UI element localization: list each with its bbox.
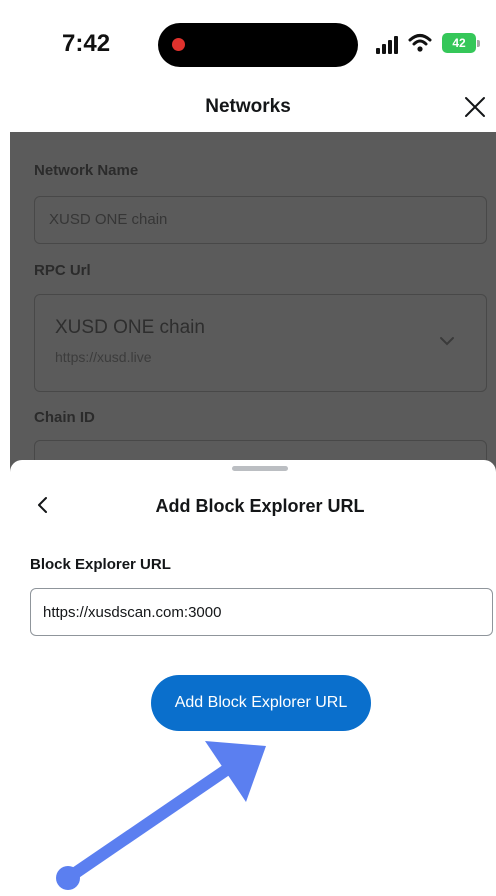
rpc-url-label: RPC Url (34, 262, 91, 279)
status-time: 7:42 (62, 30, 111, 57)
rpc-network-name: XUSD ONE chain (55, 317, 205, 338)
status-bar: 7:42 42 (0, 0, 496, 92)
close-icon[interactable] (462, 94, 488, 120)
chain-id-label: Chain ID (34, 409, 95, 426)
block-explorer-url-input[interactable] (30, 588, 493, 636)
header: Networks (0, 92, 496, 132)
dynamic-island (158, 23, 358, 67)
recording-indicator (172, 38, 185, 51)
network-name-value: XUSD ONE chain (49, 211, 168, 228)
chevron-down-icon (440, 337, 454, 346)
network-name-label: Network Name (34, 162, 139, 179)
block-explorer-url-label: Block Explorer URL (30, 556, 171, 573)
rpc-url-value: https://xusd.live (55, 349, 152, 365)
network-name-field: XUSD ONE chain (34, 196, 487, 244)
page-title: Networks (205, 96, 291, 117)
rpc-url-dropdown: XUSD ONE chain https://xusd.live (34, 294, 487, 392)
signal-icon (376, 36, 398, 54)
sheet-title: Add Block Explorer URL (155, 496, 365, 516)
add-block-explorer-url-button[interactable]: Add Block Explorer URL (151, 675, 371, 731)
battery-indicator: 42 (442, 33, 480, 53)
bottom-sheet: Add Block Explorer URL Block Explorer UR… (10, 460, 496, 896)
wifi-icon (408, 34, 432, 52)
sheet-grabber[interactable] (232, 466, 288, 471)
